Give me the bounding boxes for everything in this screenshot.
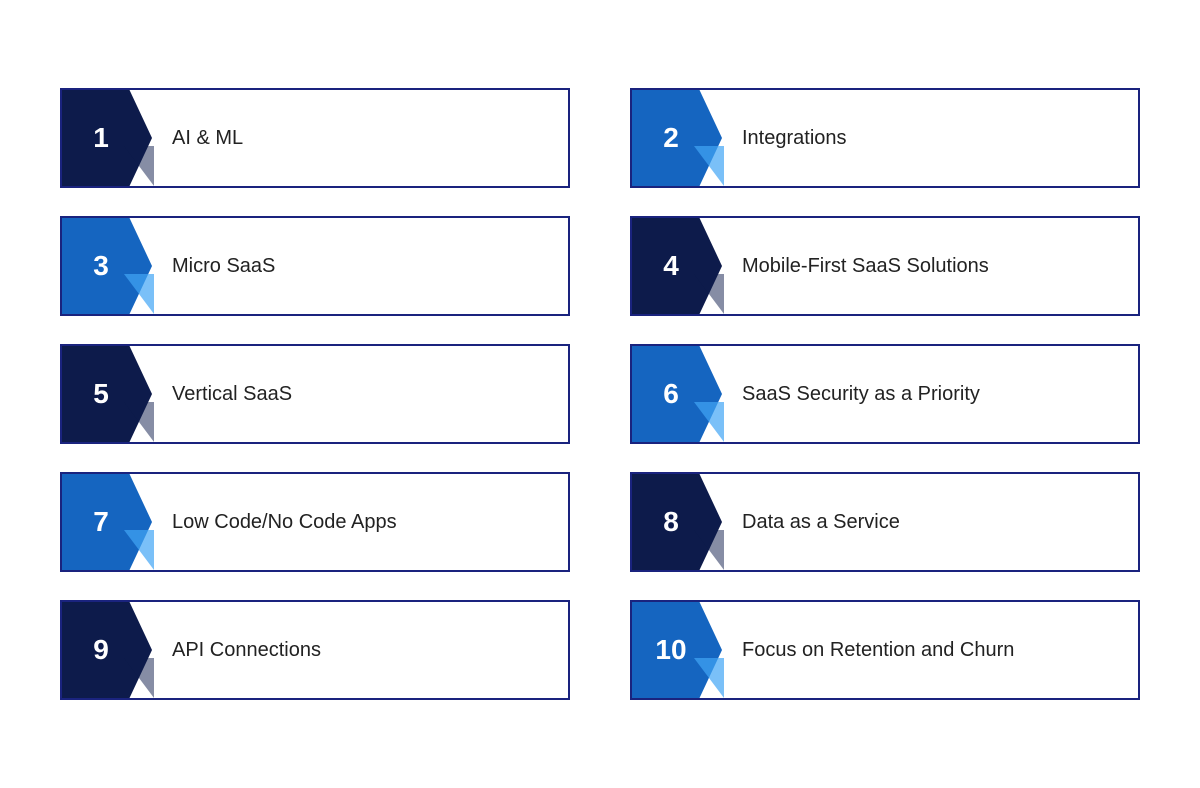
badge-wrap-6: 6: [632, 346, 722, 442]
badge-number-10: 10: [655, 634, 686, 666]
badge-wrap-5: 5: [62, 346, 152, 442]
card-item-7: 7 Low Code/No Code Apps: [60, 472, 570, 572]
card-item-1: 1 AI & ML: [60, 88, 570, 188]
card-label-4: Mobile-First SaaS Solutions: [722, 255, 1138, 278]
card-item-6: 6 SaaS Security as a Priority: [630, 344, 1140, 444]
card-label-6: SaaS Security as a Priority: [722, 383, 1138, 406]
badge-wrap-9: 9: [62, 602, 152, 698]
badge-number-8: 8: [663, 506, 679, 538]
main-grid: 1 AI & ML 2 Integrations 3 Micro SaaS 4 Mobile-…: [0, 48, 1200, 740]
card-item-5: 5 Vertical SaaS: [60, 344, 570, 444]
card-label-9: API Connections: [152, 639, 568, 662]
card-label-2: Integrations: [722, 127, 1138, 150]
badge-wrap-3: 3: [62, 218, 152, 314]
badge-number-4: 4: [663, 250, 679, 282]
badge-number-9: 9: [93, 634, 109, 666]
card-item-8: 8 Data as a Service: [630, 472, 1140, 572]
card-item-4: 4 Mobile-First SaaS Solutions: [630, 216, 1140, 316]
badge-wrap-1: 1: [62, 90, 152, 186]
card-label-8: Data as a Service: [722, 511, 1138, 534]
card-label-3: Micro SaaS: [152, 255, 568, 278]
badge-number-5: 5: [93, 378, 109, 410]
badge-number-7: 7: [93, 506, 109, 538]
badge-number-2: 2: [663, 122, 679, 154]
badge-wrap-8: 8: [632, 474, 722, 570]
badge-wrap-4: 4: [632, 218, 722, 314]
badge-number-3: 3: [93, 250, 109, 282]
card-item-10: 10 Focus on Retention and Churn: [630, 600, 1140, 700]
badge-wrap-10: 10: [632, 602, 722, 698]
card-label-1: AI & ML: [152, 127, 568, 150]
card-label-5: Vertical SaaS: [152, 383, 568, 406]
card-label-10: Focus on Retention and Churn: [722, 639, 1138, 662]
badge-wrap-7: 7: [62, 474, 152, 570]
card-item-9: 9 API Connections: [60, 600, 570, 700]
badge-number-6: 6: [663, 378, 679, 410]
card-label-7: Low Code/No Code Apps: [152, 511, 568, 534]
badge-number-1: 1: [93, 122, 109, 154]
card-item-2: 2 Integrations: [630, 88, 1140, 188]
card-item-3: 3 Micro SaaS: [60, 216, 570, 316]
badge-wrap-2: 2: [632, 90, 722, 186]
